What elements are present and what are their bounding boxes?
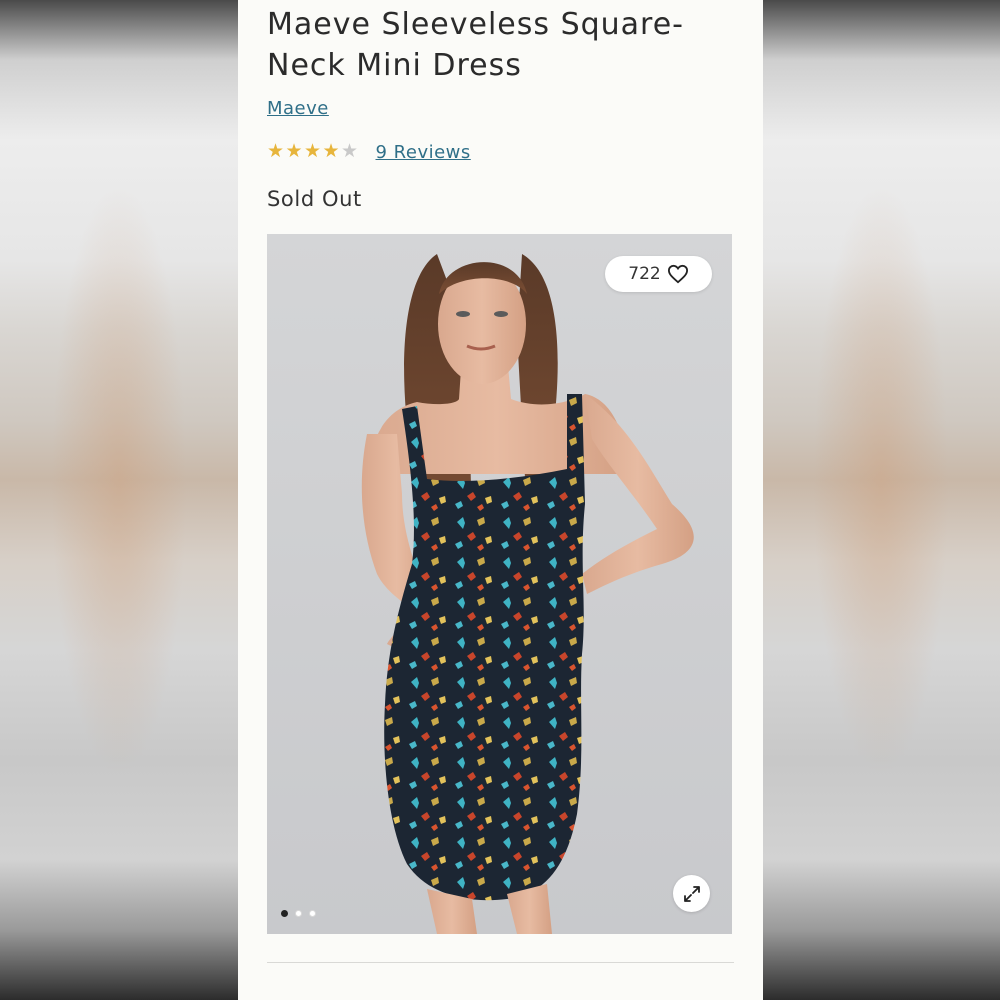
star-icon: ★	[322, 141, 340, 162]
gallery-dot-1[interactable]	[281, 910, 288, 917]
gallery-dot-3[interactable]	[309, 910, 316, 917]
availability-status: Sold Out	[267, 187, 362, 211]
gallery-dot-2[interactable]	[295, 910, 302, 917]
rating-row: ★ ★ ★ ★ ★ 9 Reviews	[267, 140, 471, 164]
reviews-link[interactable]: 9 Reviews	[376, 142, 471, 163]
gallery-pagination	[281, 910, 316, 917]
star-icon: ★	[304, 141, 322, 162]
product-detail-panel: Maeve Sleeveless Square-Neck Mini Dress …	[238, 0, 763, 1000]
like-count: 722	[628, 264, 661, 284]
expand-image-button[interactable]	[673, 875, 710, 912]
brand-link[interactable]: Maeve	[267, 98, 329, 119]
star-icon: ★	[267, 141, 285, 162]
heart-icon	[667, 264, 688, 284]
star-empty-icon: ★	[341, 141, 359, 162]
star-icon: ★	[285, 141, 303, 162]
expand-icon	[683, 885, 700, 902]
blurred-background-left	[0, 0, 238, 1000]
product-title: Maeve Sleeveless Square-Neck Mini Dress	[267, 7, 685, 83]
blurred-background-right	[762, 0, 1000, 1000]
product-image-gallery[interactable]: 722	[267, 234, 732, 934]
section-divider	[267, 962, 734, 963]
like-button[interactable]: 722	[605, 256, 712, 292]
product-photo	[361, 254, 694, 934]
star-rating: ★ ★ ★ ★ ★	[267, 142, 360, 162]
